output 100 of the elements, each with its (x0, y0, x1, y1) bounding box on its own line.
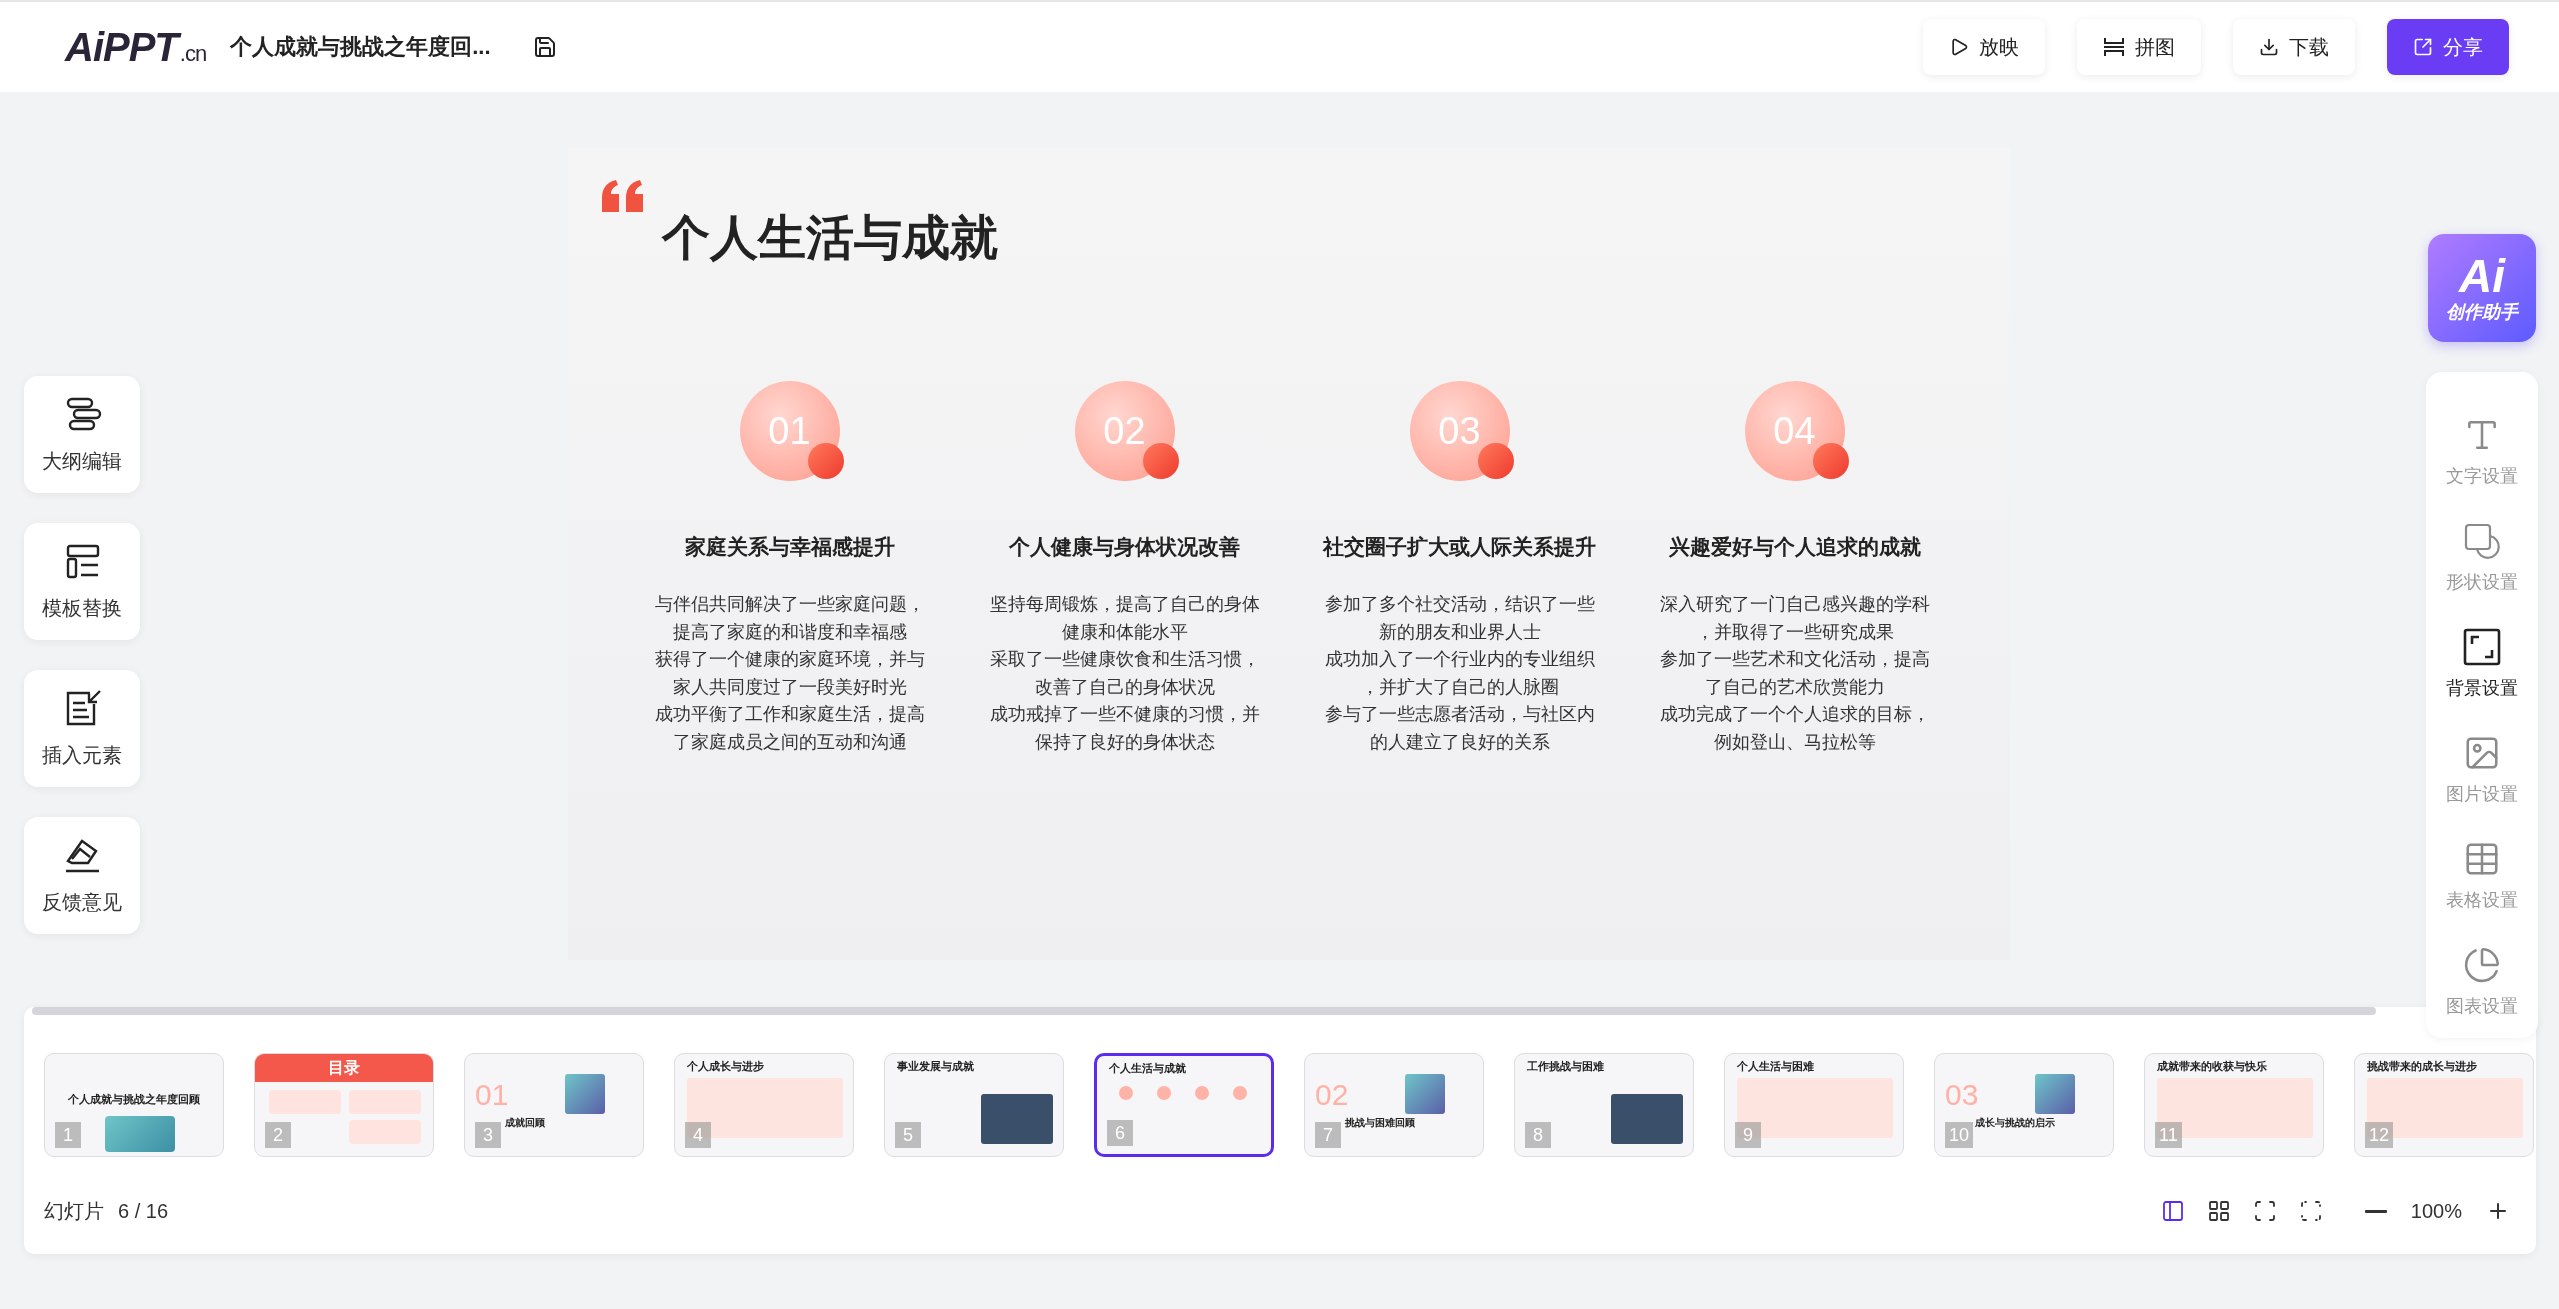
slide-thumbnail[interactable]: 个人成长与进步 4 (674, 1053, 854, 1157)
slide-number: 11 (2155, 1122, 2182, 1148)
slide-thumbnail[interactable]: 个人成就与挑战之年度回顾 1 (44, 1053, 224, 1157)
slide-title: 个人生活与成就 (662, 210, 998, 266)
item-number: 03 (1438, 409, 1481, 453)
document-title: 个人成就与挑战之年度回... (230, 33, 491, 61)
section-numeral: 02 (1315, 1078, 1349, 1112)
slide-number: 3 (475, 1122, 501, 1148)
item-description: 参加了多个社交活动，结识了一些 新的朋友和业界人士 成功加入了一个行业内的专业组织 ，并扩大了自己的人脉圈 参与了一些志愿者活动，与社区内 的人建立了良好的关系 (1324, 593, 1595, 754)
item-heading: 兴趣爱好与个人追求的成就 (1668, 534, 1921, 560)
frame-icon (2463, 628, 2501, 666)
section-numeral: 01 (475, 1078, 509, 1112)
thumbnail-title: 挑战与困难回顾 (1345, 1116, 1415, 1130)
background-settings-button[interactable]: 背景设置 (2446, 628, 2518, 700)
image-icon (2463, 734, 2501, 772)
menu-card (269, 1090, 341, 1114)
share-button[interactable]: 分享 (2387, 19, 2509, 75)
quote-icon (600, 178, 646, 214)
menu-card (349, 1090, 421, 1114)
slide-number: 1 (55, 1122, 81, 1148)
illustration-drawing (565, 1074, 605, 1114)
slide-thumbnail[interactable]: 01 成就回顾 3 (464, 1053, 644, 1157)
collage-button[interactable]: 拼图 (2077, 19, 2201, 75)
menu-card (349, 1120, 421, 1144)
item-description: 深入研究了一门自己感兴趣的学科 ，并取得了一些研究成果 参加了一些艺术和文化活动，提高 了自己的艺术欣赏能力 成功完成了一个个人追求的目标， 例如登山、马拉松等 (1659, 593, 1930, 754)
slide-thumbnail[interactable]: 03 成长与挑战的启示 10 (1934, 1053, 2114, 1157)
item-number: 01 (768, 409, 811, 453)
insert-tool-button[interactable]: 插入元素 (24, 670, 140, 787)
slide-number: 9 (1735, 1122, 1761, 1148)
ai-assistant-button[interactable]: Ai 创作助手 (2428, 234, 2536, 342)
slide-thumbnail[interactable]: 02 挑战与困难回顾 7 (1304, 1053, 1484, 1157)
thumbnail-title: 成就带来的收获与快乐 (2157, 1059, 2267, 1074)
save-icon[interactable] (532, 35, 557, 59)
slide-number: 10 (1945, 1122, 1974, 1148)
download-icon (2259, 37, 2279, 57)
slide-thumbnail[interactable]: 成就带来的收获与快乐 11 (2144, 1053, 2324, 1157)
download-button[interactable]: 下载 (2233, 19, 2355, 75)
slide-counter: 6 / 16 (118, 1199, 169, 1223)
circle-shape (1195, 1086, 1209, 1100)
circle-shape (1157, 1086, 1171, 1100)
item-description: 与伴侣共同解决了一些家庭问题， 提高了家庭的和谐度和幸福感 获得了一个健康的家庭环境，并与 家人共同度过了一段美好时光 成功平衡了工作和家庭生活，提高 了家庭成员之间的互动和沟通 (654, 593, 925, 754)
frame-icon (2252, 1199, 2277, 1223)
photo-placeholder (981, 1094, 1053, 1144)
play-icon (1949, 37, 1969, 57)
item-number: 04 (1773, 409, 1816, 453)
outline-tool-button[interactable]: 大纲编辑 (24, 376, 140, 493)
slide-number: 5 (895, 1122, 921, 1148)
grid-icon (2206, 1199, 2231, 1223)
accent-dot (1477, 443, 1514, 479)
illustration-drawing (105, 1116, 175, 1152)
thumbnail-title: 挑战带来的成长与进步 (2367, 1059, 2477, 1074)
item-heading: 个人健康与身体状况改善 (1009, 534, 1240, 560)
item-heading: 社交圈子扩大或人际关系提升 (1323, 534, 1596, 560)
slide-number: 8 (1525, 1122, 1551, 1148)
photo-placeholder (1611, 1094, 1683, 1144)
circle-shape (1119, 1086, 1133, 1100)
slide-thumbnail[interactable]: 个人生活与困难 9 (1724, 1053, 1904, 1157)
item-description: 坚持每周锻炼，提高了自己的身体 健康和体能水平 采取了一些健康饮食和生活习惯， 改善了自己的身体状况 成功戒掉了一些不健康的习惯，并 保持了良好的身体状态 (989, 593, 1260, 754)
thumbnail-title: 成长与挑战的启示 (1975, 1116, 2055, 1130)
section-numeral: 03 (1945, 1078, 1979, 1112)
slide-thumbnail[interactable]: 工作挑战与困难 8 (1514, 1053, 1694, 1157)
minus-icon (2364, 1209, 2387, 1213)
thumbnail-title: 成就回顾 (505, 1116, 545, 1130)
collage-icon (2103, 36, 2125, 58)
shapes-icon (2463, 522, 2501, 560)
accent-dot (1142, 443, 1179, 479)
slide-thumbnail[interactable]: 事业发展与成就 5 (884, 1053, 1064, 1157)
template-tool-button[interactable]: 模板替换 (24, 523, 140, 640)
slide-thumbnail[interactable]: 挑战带来的成长与进步 12 (2354, 1053, 2534, 1157)
slide-thumbnail[interactable]: 个人生活与成就 6 (1094, 1053, 1274, 1157)
thumbnail-title: 目录 (328, 1058, 360, 1078)
slide-number: 6 (1107, 1120, 1133, 1146)
logo: AiPPT.cn (65, 24, 207, 70)
accent-dot (1812, 443, 1849, 479)
thumbnail-title: 个人生活与困难 (1737, 1059, 1814, 1074)
scrollbar[interactable] (32, 1007, 2376, 1015)
dashed-frame-icon (2298, 1199, 2323, 1223)
zoom-level: 100% (2410, 1199, 2462, 1223)
thumbnail-title: 个人成就与挑战之年度回顾 (68, 1092, 200, 1107)
illustration-drawing (2035, 1074, 2075, 1114)
circle-shape (1233, 1086, 1247, 1100)
table-icon (2463, 840, 2501, 878)
thumbnail-title: 个人生活与成就 (1109, 1061, 1186, 1076)
illustration-drawing (1405, 1074, 1445, 1114)
slide-number: 12 (2365, 1122, 2394, 1148)
thumbnail-title: 事业发展与成就 (897, 1059, 974, 1074)
feedback-tool-button[interactable]: 反馈意见 (24, 817, 140, 934)
accent-dot (807, 443, 844, 479)
thumbnail-title: 个人成长与进步 (687, 1059, 764, 1074)
pie-chart-icon (2463, 946, 2501, 984)
slide-number: 7 (1315, 1122, 1341, 1148)
slide-number: 4 (685, 1122, 711, 1148)
share-icon (2413, 37, 2433, 57)
play-button[interactable]: 放映 (1923, 19, 2045, 75)
slides-label: 幻灯片 (44, 1198, 104, 1224)
slide-number: 2 (265, 1122, 291, 1148)
panel-icon (2160, 1199, 2185, 1223)
item-heading: 家庭关系与幸福感提升 (684, 534, 895, 560)
thumbnail-title: 工作挑战与困难 (1527, 1059, 1604, 1074)
item-number: 02 (1103, 409, 1146, 453)
